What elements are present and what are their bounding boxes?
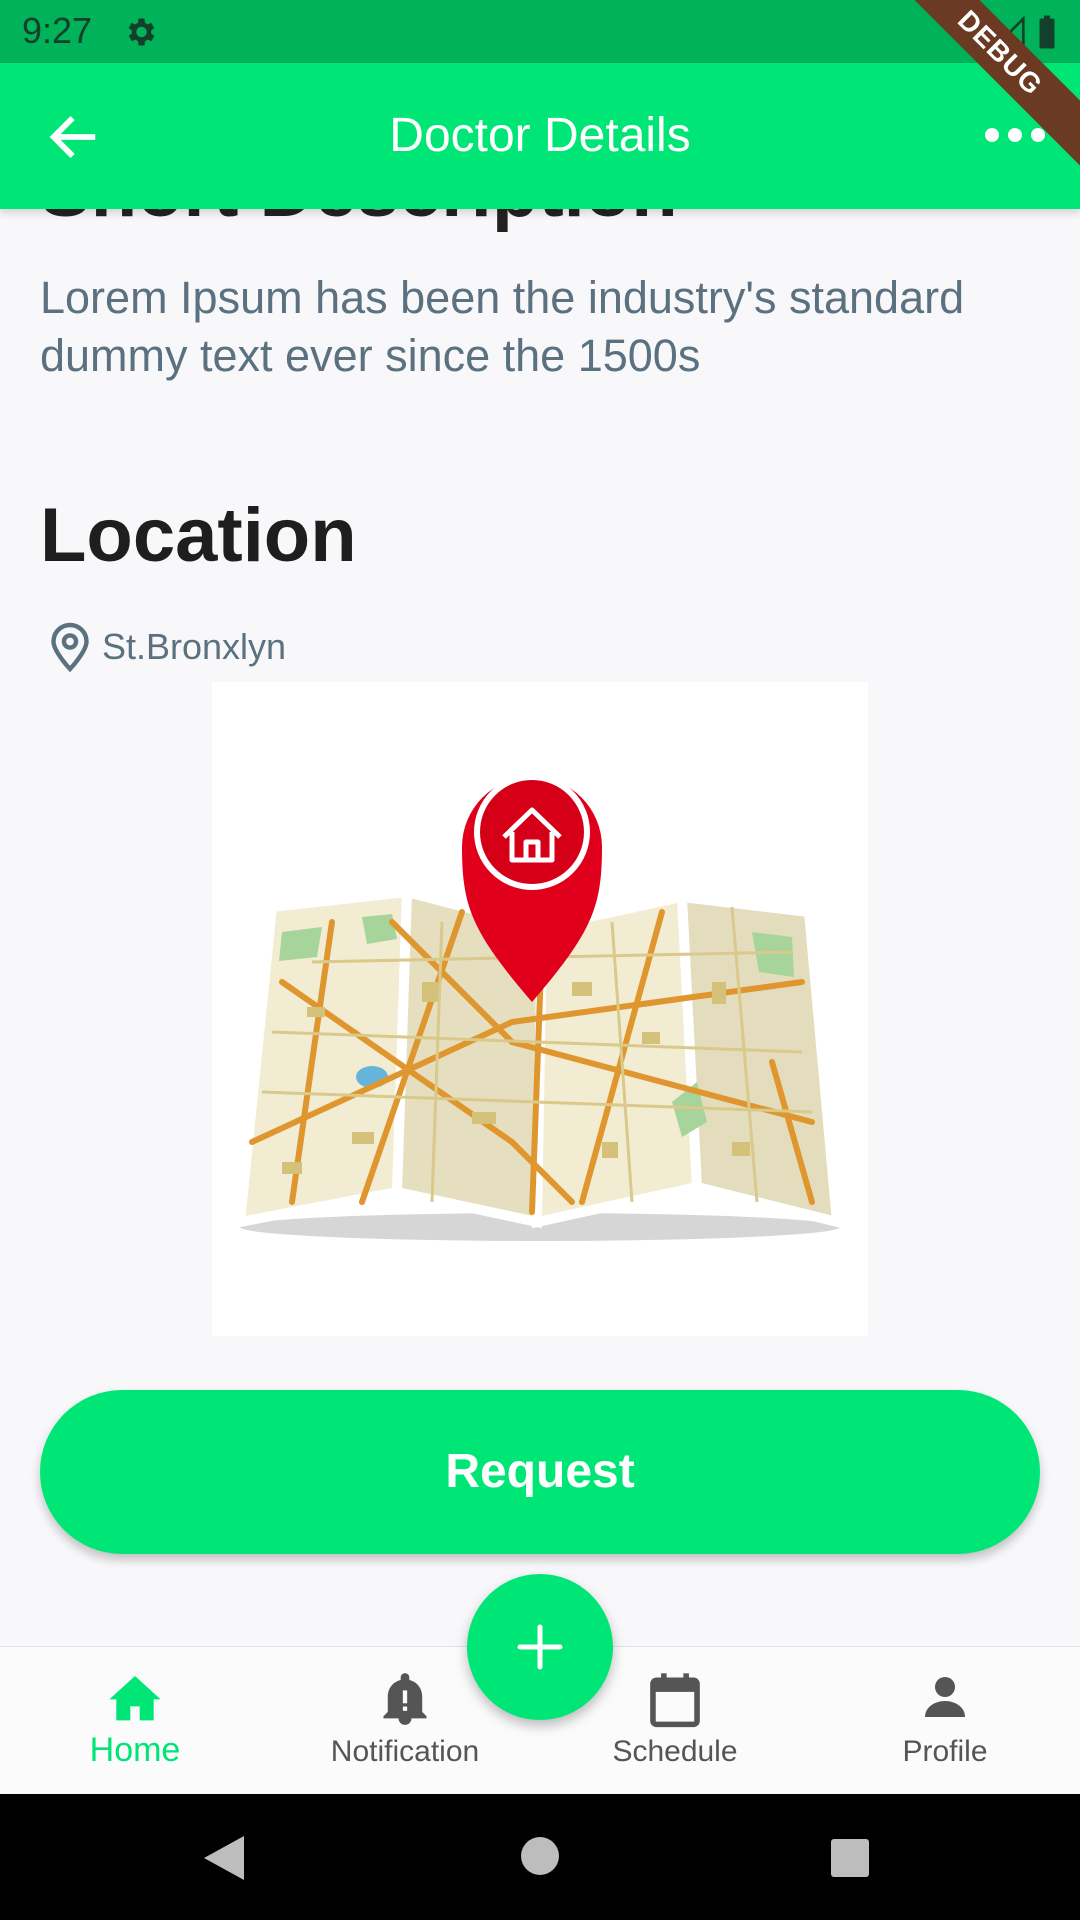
- location-map-image: [212, 682, 868, 1336]
- status-time: 9:27: [22, 10, 93, 51]
- nav-item-profile[interactable]: Profile: [810, 1647, 1080, 1795]
- plus-icon: [517, 1624, 563, 1670]
- calendar-icon: [650, 1673, 700, 1728]
- short-description-text: Lorem Ipsum has been the industry's stan…: [40, 272, 965, 381]
- location-row: St.Bronxlyn: [48, 621, 286, 673]
- system-home-icon[interactable]: [520, 1836, 560, 1876]
- nav-item-home[interactable]: Home: [0, 1647, 270, 1795]
- battery-icon: [1039, 15, 1055, 49]
- system-recents-icon[interactable]: [830, 1838, 870, 1878]
- person-icon: [925, 1677, 965, 1717]
- nav-label-notification: Notification: [330, 1735, 480, 1768]
- system-back-icon[interactable]: [200, 1834, 246, 1882]
- section-title-short-description: Short Description: [40, 209, 678, 234]
- location-title: Location: [40, 493, 357, 578]
- folded-map-illustration: [234, 774, 843, 1241]
- status-bar: 9:27: [0, 0, 1080, 63]
- request-button[interactable]: Request: [40, 1390, 1040, 1554]
- location-name: St.Bronxlyn: [102, 626, 287, 667]
- add-fab-button[interactable]: [467, 1574, 613, 1720]
- page-title: Doctor Details: [389, 109, 691, 162]
- content-area[interactable]: Short Description Lorem Ipsum has been t…: [0, 209, 1080, 1646]
- nav-label-home: Home: [89, 1731, 181, 1769]
- settings-gear-icon: [128, 18, 155, 46]
- app-bar: Doctor Details: [0, 63, 1080, 209]
- nav-label-profile: Profile: [902, 1735, 988, 1768]
- location-pin-icon: [51, 622, 89, 673]
- bell-icon: [383, 1673, 427, 1725]
- system-navigation-bar: [0, 1794, 1080, 1920]
- nav-label-schedule: Schedule: [612, 1735, 738, 1768]
- home-icon: [109, 1676, 161, 1721]
